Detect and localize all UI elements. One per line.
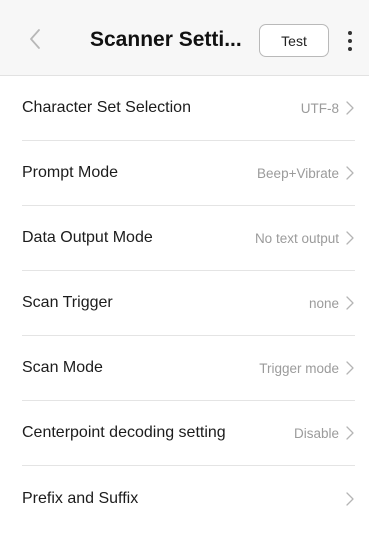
setting-value: none	[308, 295, 339, 311]
setting-label: Prefix and Suffix	[22, 489, 139, 507]
setting-row-data-output-mode[interactable]: Data Output Mode No text output	[22, 206, 355, 271]
test-button[interactable]: Test	[259, 24, 329, 57]
setting-label: Data Output Mode	[22, 229, 153, 246]
setting-value: UTF-8	[300, 100, 339, 116]
more-vertical-icon	[348, 31, 352, 35]
setting-value: Trigger mode	[259, 360, 339, 376]
back-button[interactable]	[22, 24, 48, 54]
setting-label: Centerpoint decoding setting	[22, 424, 226, 441]
setting-row-scan-trigger[interactable]: Scan Trigger none	[22, 271, 355, 336]
setting-label: Scan Mode	[22, 359, 103, 376]
chevron-left-icon	[30, 29, 40, 49]
chevron-right-icon	[345, 360, 355, 376]
setting-row-scan-mode[interactable]: Scan Mode Trigger mode	[22, 336, 355, 401]
more-vertical-icon-dot	[348, 39, 352, 43]
page-title: Scanner Setti...	[90, 28, 242, 51]
setting-value: Disable	[293, 425, 339, 441]
setting-row-prefix-suffix[interactable]: Prefix and Suffix	[22, 466, 355, 531]
app-header: Scanner Setti... Test	[0, 0, 369, 76]
setting-row-character-set[interactable]: Character Set Selection UTF-8	[22, 76, 355, 141]
more-vertical-icon-dot	[348, 47, 352, 51]
chevron-right-icon	[345, 100, 355, 116]
setting-value: No text output	[254, 230, 339, 246]
setting-row-prompt-mode[interactable]: Prompt Mode Beep+Vibrate	[22, 141, 355, 206]
chevron-right-icon	[345, 295, 355, 311]
more-menu-button[interactable]	[342, 26, 358, 56]
chevron-right-icon	[345, 165, 355, 181]
chevron-right-icon	[345, 230, 355, 246]
setting-value: Beep+Vibrate	[257, 165, 339, 181]
setting-row-centerpoint-decoding[interactable]: Centerpoint decoding setting Disable	[22, 401, 355, 466]
chevron-right-icon	[345, 491, 355, 507]
settings-list: Character Set Selection UTF-8 Prompt Mod…	[0, 76, 369, 531]
setting-label: Prompt Mode	[22, 164, 119, 181]
chevron-right-icon	[345, 425, 355, 441]
setting-label: Character Set Selection	[22, 99, 191, 116]
setting-label: Scan Trigger	[22, 294, 113, 311]
